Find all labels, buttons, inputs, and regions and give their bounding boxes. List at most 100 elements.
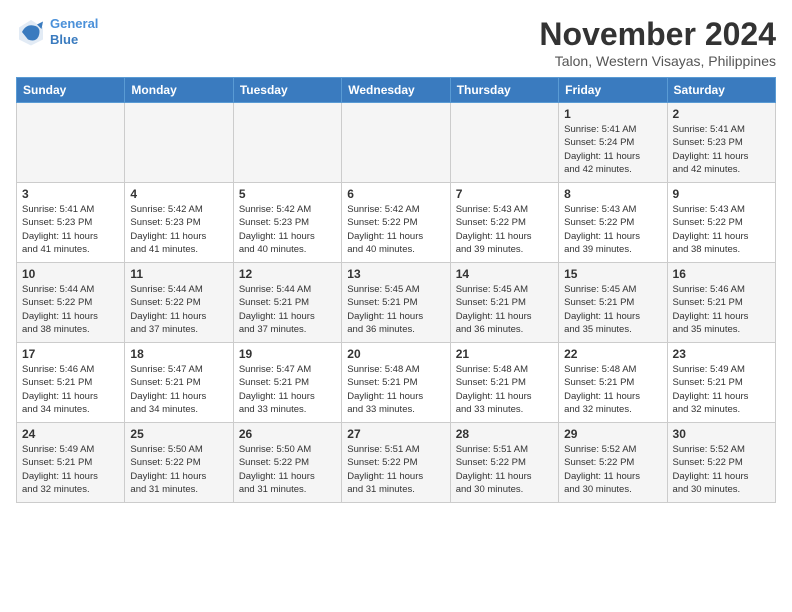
- logo: General Blue: [16, 16, 98, 47]
- day-number: 10: [22, 267, 119, 281]
- calendar-cell: 12 Sunrise: 5:44 AM Sunset: 5:21 PM Dayli…: [233, 263, 341, 343]
- calendar-cell: 30Sunrise: 5:52 AM Sunset: 5:22 PM Dayli…: [667, 423, 775, 503]
- calendar-cell: 8Sunrise: 5:43 AM Sunset: 5:22 PM Daylig…: [559, 183, 667, 263]
- calendar-week-row: 10 Sunrise: 5:44 AM Sunset: 5:22 PM Dayli…: [17, 263, 776, 343]
- day-info: Sunrise: 5:42 AM Sunset: 5:23 PM Dayligh…: [130, 203, 227, 256]
- day-number: 9: [673, 187, 770, 201]
- calendar-cell: 24 Sunrise: 5:49 AM Sunset: 5:21 PM Dayli…: [17, 423, 125, 503]
- calendar-cell: 15 Sunrise: 5:45 AM Sunset: 5:21 PM Dayli…: [559, 263, 667, 343]
- calendar-cell: 13 Sunrise: 5:45 AM Sunset: 5:21 PM Dayli…: [342, 263, 450, 343]
- day-info: Sunrise: 5:46 AM Sunset: 5:21 PM Dayligh…: [673, 283, 770, 336]
- calendar-cell: [17, 103, 125, 183]
- day-number: 27: [347, 427, 444, 441]
- day-info: Sunrise: 5:41 AM Sunset: 5:23 PM Dayligh…: [673, 123, 770, 176]
- calendar-week-row: 17 Sunrise: 5:46 AM Sunset: 5:21 PM Dayli…: [17, 343, 776, 423]
- day-number: 23: [673, 347, 770, 361]
- weekday-header-saturday: Saturday: [667, 78, 775, 103]
- day-number: 24: [22, 427, 119, 441]
- day-info: Sunrise: 5:48 AM Sunset: 5:21 PM Dayligh…: [456, 363, 553, 416]
- day-info: Sunrise: 5:44 AM Sunset: 5:22 PM Dayligh…: [22, 283, 119, 336]
- calendar-cell: 11 Sunrise: 5:44 AM Sunset: 5:22 PM Dayli…: [125, 263, 233, 343]
- day-info: Sunrise: 5:48 AM Sunset: 5:21 PM Dayligh…: [347, 363, 444, 416]
- calendar-cell: 20 Sunrise: 5:48 AM Sunset: 5:21 PM Dayli…: [342, 343, 450, 423]
- day-info: Sunrise: 5:45 AM Sunset: 5:21 PM Dayligh…: [564, 283, 661, 336]
- day-number: 20: [347, 347, 444, 361]
- calendar-cell: [450, 103, 558, 183]
- day-number: 18: [130, 347, 227, 361]
- calendar-cell: 6Sunrise: 5:42 AM Sunset: 5:22 PM Daylig…: [342, 183, 450, 263]
- calendar-cell: 1 Sunrise: 5:41 AM Sunset: 5:24 PM Daylig…: [559, 103, 667, 183]
- day-info: Sunrise: 5:43 AM Sunset: 5:22 PM Dayligh…: [456, 203, 553, 256]
- calendar-week-row: 24 Sunrise: 5:49 AM Sunset: 5:21 PM Dayli…: [17, 423, 776, 503]
- day-number: 21: [456, 347, 553, 361]
- calendar-cell: [342, 103, 450, 183]
- calendar-cell: 10 Sunrise: 5:44 AM Sunset: 5:22 PM Dayli…: [17, 263, 125, 343]
- weekday-header-sunday: Sunday: [17, 78, 125, 103]
- logo-text: General Blue: [50, 16, 98, 47]
- calendar-cell: 3Sunrise: 5:41 AM Sunset: 5:23 PM Daylig…: [17, 183, 125, 263]
- day-info: Sunrise: 5:51 AM Sunset: 5:22 PM Dayligh…: [456, 443, 553, 496]
- calendar-cell: 14Sunrise: 5:45 AM Sunset: 5:21 PM Dayli…: [450, 263, 558, 343]
- day-number: 15: [564, 267, 661, 281]
- day-number: 11: [130, 267, 227, 281]
- logo-icon: [16, 17, 46, 47]
- weekday-header-friday: Friday: [559, 78, 667, 103]
- day-number: 7: [456, 187, 553, 201]
- calendar-cell: [233, 103, 341, 183]
- day-number: 13: [347, 267, 444, 281]
- month-title: November 2024: [539, 16, 776, 53]
- day-info: Sunrise: 5:44 AM Sunset: 5:22 PM Dayligh…: [130, 283, 227, 336]
- calendar-cell: 2 Sunrise: 5:41 AM Sunset: 5:23 PM Daylig…: [667, 103, 775, 183]
- day-info: Sunrise: 5:48 AM Sunset: 5:21 PM Dayligh…: [564, 363, 661, 416]
- day-number: 17: [22, 347, 119, 361]
- calendar-week-row: 3Sunrise: 5:41 AM Sunset: 5:23 PM Daylig…: [17, 183, 776, 263]
- calendar-cell: 16Sunrise: 5:46 AM Sunset: 5:21 PM Dayli…: [667, 263, 775, 343]
- day-info: Sunrise: 5:49 AM Sunset: 5:21 PM Dayligh…: [22, 443, 119, 496]
- weekday-header-thursday: Thursday: [450, 78, 558, 103]
- day-info: Sunrise: 5:50 AM Sunset: 5:22 PM Dayligh…: [239, 443, 336, 496]
- day-number: 12: [239, 267, 336, 281]
- weekday-header-wednesday: Wednesday: [342, 78, 450, 103]
- calendar-cell: 29 Sunrise: 5:52 AM Sunset: 5:22 PM Dayli…: [559, 423, 667, 503]
- header: General Blue November 2024 Talon, Wester…: [16, 16, 776, 69]
- day-number: 8: [564, 187, 661, 201]
- day-number: 4: [130, 187, 227, 201]
- location-title: Talon, Western Visayas, Philippines: [539, 53, 776, 69]
- day-info: Sunrise: 5:41 AM Sunset: 5:24 PM Dayligh…: [564, 123, 661, 176]
- calendar-cell: 28 Sunrise: 5:51 AM Sunset: 5:22 PM Dayli…: [450, 423, 558, 503]
- day-info: Sunrise: 5:42 AM Sunset: 5:22 PM Dayligh…: [347, 203, 444, 256]
- calendar-cell: 18Sunrise: 5:47 AM Sunset: 5:21 PM Dayli…: [125, 343, 233, 423]
- day-info: Sunrise: 5:46 AM Sunset: 5:21 PM Dayligh…: [22, 363, 119, 416]
- calendar-cell: 17 Sunrise: 5:46 AM Sunset: 5:21 PM Dayli…: [17, 343, 125, 423]
- calendar-cell: 7 Sunrise: 5:43 AM Sunset: 5:22 PM Daylig…: [450, 183, 558, 263]
- weekday-header-row: SundayMondayTuesdayWednesdayThursdayFrid…: [17, 78, 776, 103]
- weekday-header-monday: Monday: [125, 78, 233, 103]
- calendar-table: SundayMondayTuesdayWednesdayThursdayFrid…: [16, 77, 776, 503]
- day-info: Sunrise: 5:47 AM Sunset: 5:21 PM Dayligh…: [239, 363, 336, 416]
- day-number: 2: [673, 107, 770, 121]
- day-number: 5: [239, 187, 336, 201]
- day-number: 3: [22, 187, 119, 201]
- day-info: Sunrise: 5:44 AM Sunset: 5:21 PM Dayligh…: [239, 283, 336, 336]
- day-info: Sunrise: 5:42 AM Sunset: 5:23 PM Dayligh…: [239, 203, 336, 256]
- day-number: 1: [564, 107, 661, 121]
- calendar-cell: 27Sunrise: 5:51 AM Sunset: 5:22 PM Dayli…: [342, 423, 450, 503]
- day-info: Sunrise: 5:52 AM Sunset: 5:22 PM Dayligh…: [673, 443, 770, 496]
- day-number: 19: [239, 347, 336, 361]
- day-info: Sunrise: 5:43 AM Sunset: 5:22 PM Dayligh…: [673, 203, 770, 256]
- calendar-week-row: 1 Sunrise: 5:41 AM Sunset: 5:24 PM Daylig…: [17, 103, 776, 183]
- calendar-cell: 22Sunrise: 5:48 AM Sunset: 5:21 PM Dayli…: [559, 343, 667, 423]
- calendar-cell: 25 Sunrise: 5:50 AM Sunset: 5:22 PM Dayli…: [125, 423, 233, 503]
- day-info: Sunrise: 5:45 AM Sunset: 5:21 PM Dayligh…: [347, 283, 444, 336]
- calendar-cell: 9 Sunrise: 5:43 AM Sunset: 5:22 PM Daylig…: [667, 183, 775, 263]
- day-info: Sunrise: 5:50 AM Sunset: 5:22 PM Dayligh…: [130, 443, 227, 496]
- calendar-cell: 21 Sunrise: 5:48 AM Sunset: 5:21 PM Dayli…: [450, 343, 558, 423]
- weekday-header-tuesday: Tuesday: [233, 78, 341, 103]
- day-number: 28: [456, 427, 553, 441]
- title-area: November 2024 Talon, Western Visayas, Ph…: [539, 16, 776, 69]
- day-number: 25: [130, 427, 227, 441]
- day-info: Sunrise: 5:52 AM Sunset: 5:22 PM Dayligh…: [564, 443, 661, 496]
- day-info: Sunrise: 5:49 AM Sunset: 5:21 PM Dayligh…: [673, 363, 770, 416]
- day-number: 29: [564, 427, 661, 441]
- day-number: 26: [239, 427, 336, 441]
